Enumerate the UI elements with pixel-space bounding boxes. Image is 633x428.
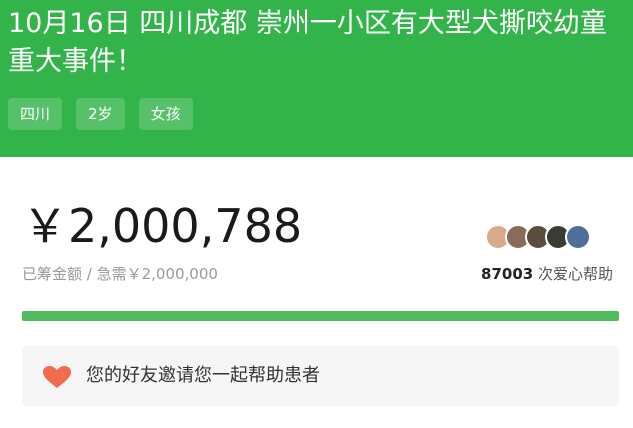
supporter-avatars[interactable] (485, 224, 591, 250)
raised-amount: ￥2,000,788 (22, 199, 303, 253)
help-count-label: 次爱心帮助 (533, 265, 613, 283)
tag-list: 四川 2岁 女孩 (8, 98, 193, 130)
progress-fill (22, 311, 619, 321)
tag-gender: 女孩 (138, 98, 193, 130)
progress-bar (22, 311, 619, 321)
heart-icon (43, 366, 71, 388)
header-banner: 10月16日 四川成都 崇州一小区有大型犬撕咬幼童重大事件！ 四川 2岁 女孩 (0, 0, 633, 157)
raised-target-label: 已筹金额 / 急需￥2,000,000 (22, 265, 218, 283)
page-title: 10月16日 四川成都 崇州一小区有大型犬撕咬幼童重大事件！ (8, 8, 607, 77)
invite-banner[interactable]: 您的好友邀请您一起帮助患者 (22, 346, 619, 406)
help-count-number: 87003 (481, 265, 534, 283)
help-count[interactable]: 87003 次爱心帮助 (481, 264, 613, 284)
tag-age: 2岁 (76, 98, 125, 130)
avatar (565, 224, 591, 250)
tag-location: 四川 (8, 98, 63, 130)
invite-text: 您的好友邀请您一起帮助患者 (86, 365, 320, 386)
